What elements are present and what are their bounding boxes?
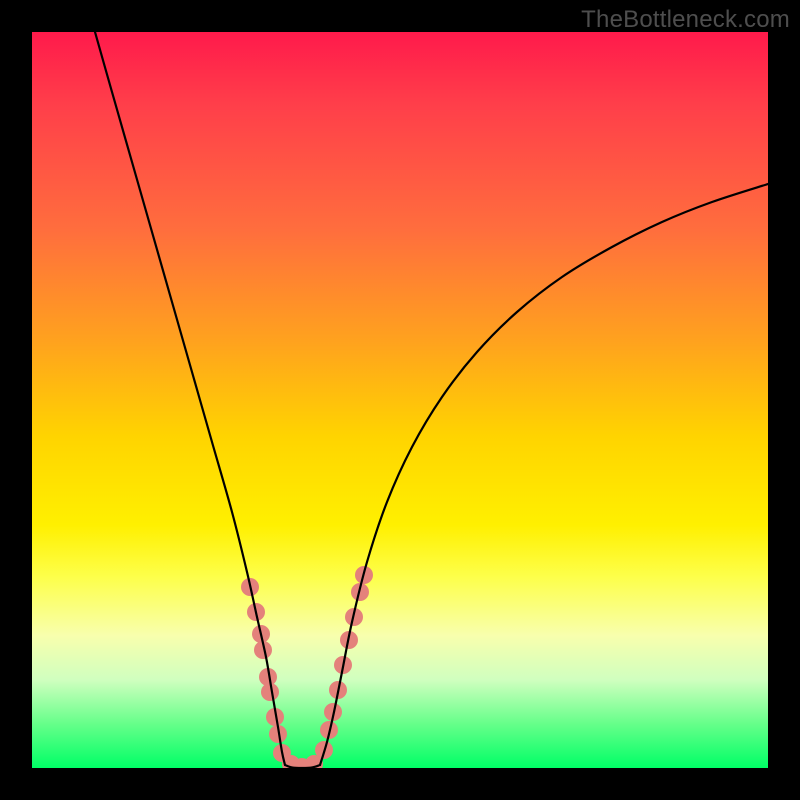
- curve-right: [320, 184, 768, 765]
- plot-area: [32, 32, 768, 768]
- watermark-text: TheBottleneck.com: [581, 6, 790, 34]
- chart-svg: [32, 32, 768, 768]
- scatter-overlay: [241, 566, 373, 768]
- chart-frame: TheBottleneck.com: [0, 0, 800, 800]
